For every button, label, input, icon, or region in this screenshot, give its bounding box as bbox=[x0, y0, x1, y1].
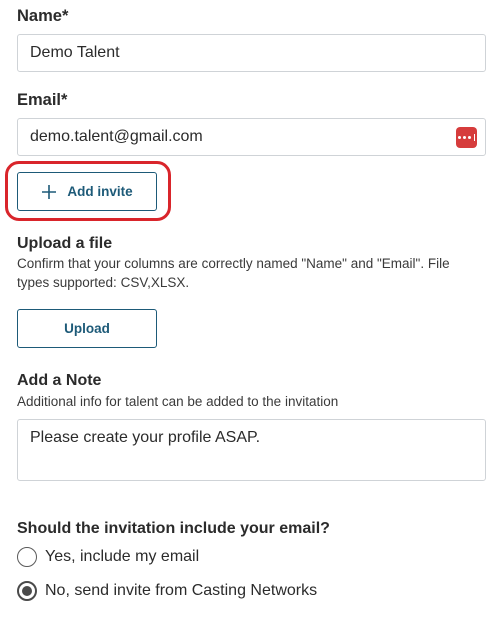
note-textarea[interactable]: Please create your profile ASAP. bbox=[17, 419, 486, 481]
name-label: Name* bbox=[17, 7, 69, 25]
note-helper: Additional info for talent can be added … bbox=[17, 394, 339, 409]
radio-option-label: No, send invite from Casting Networks bbox=[45, 582, 318, 599]
add-invite-label: Add invite bbox=[67, 184, 133, 199]
upload-helper-line-1: Confirm that your columns are correctly … bbox=[17, 256, 450, 271]
email-label: Email* bbox=[17, 91, 68, 109]
password-manager-icon[interactable] bbox=[456, 127, 477, 148]
radio-option-label: Yes, include my email bbox=[45, 548, 200, 565]
radio-option-casting-networks[interactable]: No, send invite from Casting Networks bbox=[17, 581, 317, 601]
radio-checked-icon[interactable] bbox=[17, 581, 37, 601]
plus-icon bbox=[41, 184, 57, 200]
upload-helper-line-2: types supported: CSV,XLSX. bbox=[17, 275, 190, 290]
upload-button-label: Upload bbox=[64, 321, 110, 336]
email-input-value: demo.talent@gmail.com bbox=[30, 128, 203, 145]
radio-option-include-email[interactable]: Yes, include my email bbox=[17, 547, 199, 567]
note-title: Add a Note bbox=[17, 372, 102, 389]
email-input[interactable]: demo.talent@gmail.com bbox=[17, 118, 486, 156]
email-option-question: Should the invitation include your email… bbox=[17, 520, 330, 537]
upload-button[interactable]: Upload bbox=[17, 309, 157, 348]
radio-unchecked-icon[interactable] bbox=[17, 547, 37, 567]
name-input[interactable]: Demo Talent bbox=[17, 34, 486, 72]
add-invite-button[interactable]: Add invite bbox=[17, 172, 157, 211]
upload-title: Upload a file bbox=[17, 235, 113, 252]
